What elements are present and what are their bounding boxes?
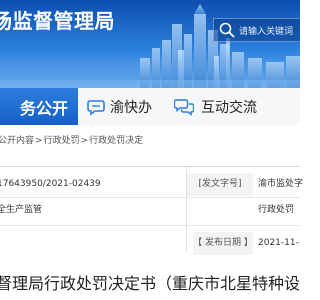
index-number-value: 17643950/2021-02439 [0,179,101,189]
topic-category-value: 全生产监管 [0,205,43,215]
breadcrumb-item-admin-penalty[interactable]: 行政处罚 [44,136,80,146]
doc-number-value: 渝市监处字 [258,179,304,189]
nav-item-interaction[interactable]: 互动交流 [174,88,257,125]
nav-item-label: 渝快办 [110,99,152,116]
nav-item-label: 互动交流 [201,99,257,116]
breadcrumb: 公开内容>行政处罚>行政处罚决定 [0,133,143,146]
search-placeholder: 请输入关键词 [239,26,294,37]
main-nav: 务公开 渝快办 互动交流 [0,88,300,125]
chat-bubble-icon [87,99,105,116]
header-banner: 场监督管理局 请输入关键词 [0,0,300,88]
nav-item-gov-affairs-open[interactable]: 务公开 [0,88,78,125]
site-title: 场监督管理局 [0,9,115,33]
search-input[interactable]: 请输入关键词 [213,18,300,42]
category-value: 行政处罚 [258,205,295,215]
publish-date-label: 【 发布日期 】 [193,232,253,255]
breadcrumb-item-public-content[interactable]: 公开内容 [0,136,34,146]
breadcrumb-separator: > [35,136,43,146]
table-row: 17643950/2021-02439 [发文字号] 渝市监处字 [0,173,304,196]
breadcrumb-separator: > [80,136,89,146]
table-row: 全生产监管 行政处罚 [0,199,300,222]
publish-date-value: 2021-11- [258,238,299,248]
table-row: 【 发布日期 】 2021-11- [0,232,300,255]
doc-number-label: [发文字号] [187,173,253,196]
table-divider [0,197,300,198]
chat-bubbles-icon [174,98,194,116]
document-info-table: 17643950/2021-02439 [发文字号] 渝市监处字 全生产监管 行… [0,166,304,255]
breadcrumb-item-penalty-decision[interactable]: 行政处罚决定 [89,136,143,146]
search-icon[interactable] [218,21,236,39]
table-divider [0,225,300,226]
nav-item-yukuaiban[interactable]: 渝快办 [87,88,152,125]
document-title: 督理局行政处罚决定书（重庆市北星特种设 [0,274,301,293]
